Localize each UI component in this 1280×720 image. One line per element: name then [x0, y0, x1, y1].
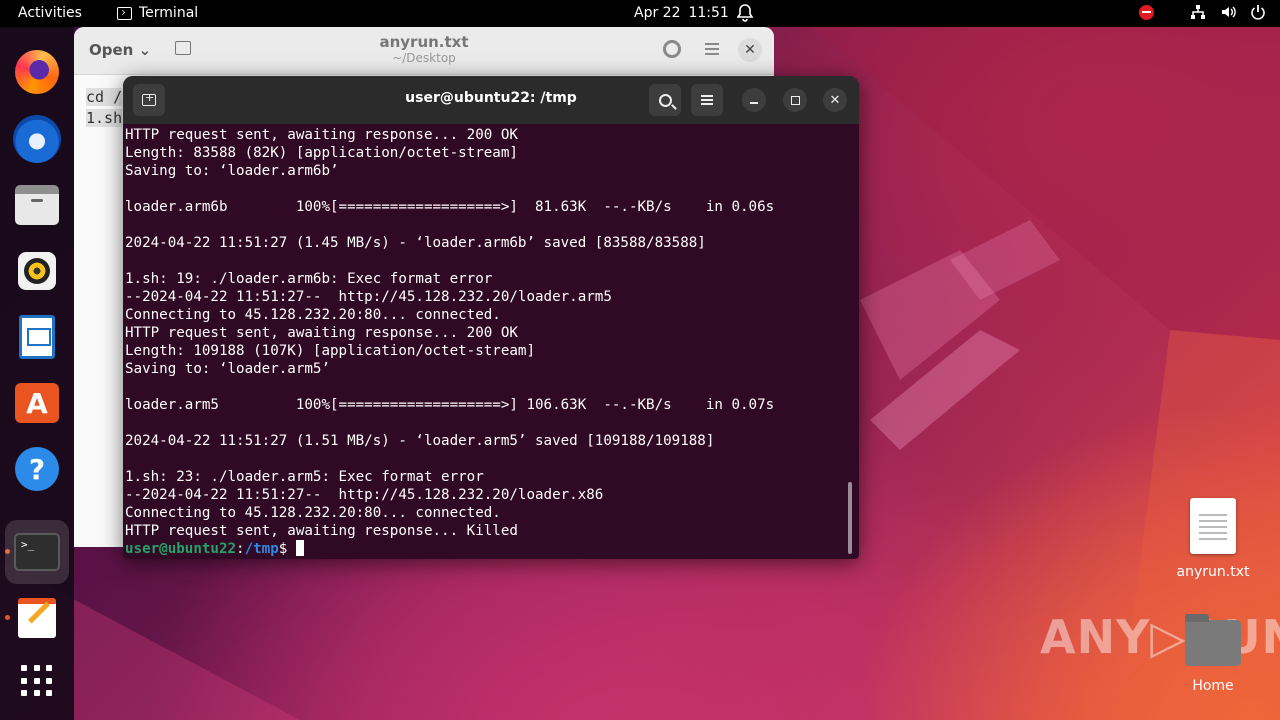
terminal-line: Saving to: ‘loader.arm5’ — [125, 361, 330, 377]
terminal-icon: >_ — [14, 533, 60, 571]
desktop-home-label: Home — [1192, 678, 1234, 694]
notification-bell-icon[interactable] — [736, 4, 754, 26]
menu-button[interactable] — [691, 84, 723, 116]
app-grid-icon — [21, 665, 53, 697]
menu-icon[interactable] — [705, 43, 719, 58]
prompt-path: /tmp — [244, 541, 279, 557]
desktop-home-folder[interactable]: Home — [1176, 614, 1250, 694]
minimize-icon — [750, 102, 758, 104]
rhythmbox-icon — [18, 252, 56, 290]
terminal-headerbar: user@ubuntu22: /tmp ✕ — [123, 76, 859, 124]
terminal-cursor — [295, 540, 304, 556]
terminal-line: 1.sh: 23: ./loader.arm5: Exec format err… — [125, 469, 484, 485]
maximize-button[interactable] — [783, 88, 807, 112]
search-icon — [658, 93, 672, 107]
app-menu[interactable]: Terminal — [117, 5, 198, 21]
terminal-line: --2024-04-22 11:51:27-- http://45.128.23… — [125, 289, 612, 305]
prompt-symbol: $ — [278, 541, 296, 557]
dock-terminal[interactable]: >_ — [5, 520, 69, 584]
terminal-line: loader.arm5 100%[===================>] 1… — [125, 397, 775, 413]
minimize-button[interactable] — [742, 88, 766, 112]
power-icon — [1251, 5, 1265, 20]
firefox-icon — [15, 50, 59, 94]
dock-firefox[interactable] — [12, 47, 62, 97]
terminal-line: HTTP request sent, awaiting response... … — [125, 523, 518, 539]
desktop-file-label: anyrun.txt — [1176, 564, 1250, 580]
hamburger-icon — [701, 93, 713, 107]
terminal-line: HTTP request sent, awaiting response... … — [125, 127, 518, 143]
desktop-file-anyrun[interactable]: anyrun.txt — [1176, 498, 1250, 580]
editor-line[interactable]: cd / — [86, 88, 123, 106]
terminal-scrollbar[interactable] — [848, 482, 852, 554]
do-not-disturb-icon[interactable] — [1139, 4, 1154, 20]
maximize-icon — [790, 95, 800, 105]
prompt-separator: : — [236, 541, 245, 557]
dock-help[interactable]: ? — [12, 444, 62, 494]
text-editor-icon — [18, 598, 56, 638]
dock-files[interactable] — [12, 180, 62, 230]
home-folder-icon — [1185, 614, 1241, 666]
terminal-line: Connecting to 45.128.232.20:80... connec… — [125, 307, 501, 323]
app-store-icon: A — [15, 383, 59, 423]
terminal-line: HTTP request sent, awaiting response... … — [125, 325, 518, 341]
dock-app-store[interactable]: A — [12, 378, 62, 428]
terminal-line: Length: 109188 (107K) [application/octet… — [125, 343, 535, 359]
activities-button[interactable]: Activities — [18, 5, 82, 21]
writer-icon — [19, 315, 55, 359]
files-icon — [15, 185, 59, 225]
terminal-line: 2024-04-22 11:51:27 (1.51 MB/s) - ‘loade… — [125, 433, 715, 449]
clock-date: Apr 22 — [634, 5, 681, 21]
terminal-line: 1.sh: 19: ./loader.arm6b: Exec format er… — [125, 271, 493, 287]
dock-text-editor[interactable] — [12, 593, 62, 643]
system-tray[interactable] — [1139, 4, 1266, 20]
close-button[interactable]: ✕ — [823, 88, 847, 112]
clock-time: 11:51 — [688, 5, 729, 21]
help-icon: ? — [15, 447, 59, 491]
terminal-line: Connecting to 45.128.232.20:80... connec… — [125, 505, 501, 521]
terminal-line: Length: 83588 (82K) [application/octet-s… — [125, 145, 518, 161]
text-file-icon — [1190, 498, 1236, 554]
thunderbird-icon — [13, 115, 61, 163]
volume-icon — [1222, 6, 1236, 18]
dock-thunderbird[interactable] — [12, 114, 62, 164]
terminal-app-icon — [117, 6, 132, 20]
terminal-prompt[interactable]: user@ubuntu22:/tmp$ — [125, 540, 845, 558]
app-name: Terminal — [139, 5, 199, 21]
network-icon — [1191, 5, 1205, 19]
dock-show-applications[interactable] — [12, 656, 62, 706]
terminal-line: loader.arm6b 100%[===================>] … — [125, 199, 775, 215]
editor-line[interactable]: 1.sh — [86, 109, 123, 127]
terminal-line: Saving to: ‘loader.arm6b’ — [125, 163, 339, 179]
terminal-output[interactable]: HTTP request sent, awaiting response... … — [125, 126, 845, 558]
dock: A ? >_ — [0, 27, 74, 720]
terminal-line: 2024-04-22 11:51:27 (1.45 MB/s) - ‘loade… — [125, 235, 706, 251]
editor-close-button[interactable]: ✕ — [738, 38, 762, 62]
gear-icon[interactable] — [663, 40, 681, 58]
close-icon: ✕ — [829, 92, 841, 108]
search-button[interactable] — [649, 84, 681, 116]
top-bar: Activities Terminal Apr 22 11:51 — [0, 0, 1280, 27]
clock[interactable]: Apr 22 11:51 — [634, 5, 729, 21]
terminal-line: --2024-04-22 11:51:27-- http://45.128.23… — [125, 487, 604, 503]
dock-writer[interactable] — [12, 312, 62, 362]
dock-rhythmbox[interactable] — [12, 246, 62, 296]
terminal-window[interactable]: user@ubuntu22: /tmp ✕ HTTP request sent,… — [123, 76, 859, 559]
editor-headerbar: Open ⌄ anyrun.txt ~/Desktop ✕ — [74, 27, 774, 75]
prompt-user: user@ubuntu22 — [125, 541, 237, 557]
editor-running-indicator — [5, 615, 10, 620]
